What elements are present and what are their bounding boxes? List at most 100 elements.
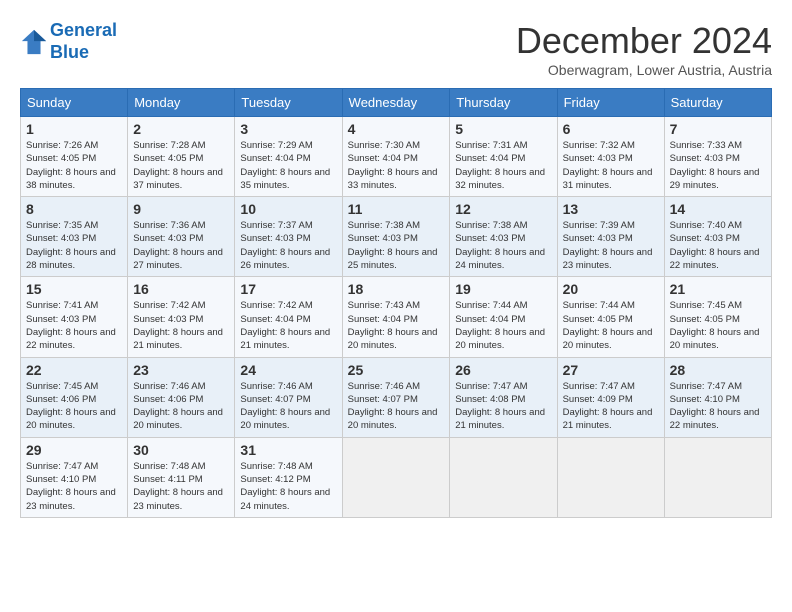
weekday-header-tuesday: Tuesday [235,89,342,117]
calendar-week-row: 22 Sunrise: 7:45 AMSunset: 4:06 PMDaylig… [21,357,772,437]
day-number: 8 [26,201,122,217]
day-info: Sunrise: 7:42 AMSunset: 4:03 PMDaylight:… [133,299,229,352]
day-number: 16 [133,281,229,297]
calendar-day-cell: 13 Sunrise: 7:39 AMSunset: 4:03 PMDaylig… [557,197,664,277]
day-info: Sunrise: 7:33 AMSunset: 4:03 PMDaylight:… [670,139,766,192]
weekday-header-saturday: Saturday [664,89,771,117]
day-info: Sunrise: 7:35 AMSunset: 4:03 PMDaylight:… [26,219,122,272]
calendar-week-row: 8 Sunrise: 7:35 AMSunset: 4:03 PMDayligh… [21,197,772,277]
calendar-day-cell: 16 Sunrise: 7:42 AMSunset: 4:03 PMDaylig… [128,277,235,357]
day-info: Sunrise: 7:47 AMSunset: 4:09 PMDaylight:… [563,380,659,433]
calendar-day-cell: 22 Sunrise: 7:45 AMSunset: 4:06 PMDaylig… [21,357,128,437]
day-number: 6 [563,121,659,137]
day-info: Sunrise: 7:48 AMSunset: 4:12 PMDaylight:… [240,460,336,513]
location: Oberwagram, Lower Austria, Austria [516,62,772,78]
calendar-day-cell: 19 Sunrise: 7:44 AMSunset: 4:04 PMDaylig… [450,277,557,357]
logo: General Blue [20,20,117,63]
calendar-day-cell: 12 Sunrise: 7:38 AMSunset: 4:03 PMDaylig… [450,197,557,277]
logo-blue: Blue [50,42,89,62]
day-number: 24 [240,362,336,378]
day-info: Sunrise: 7:28 AMSunset: 4:05 PMDaylight:… [133,139,229,192]
calendar-day-cell [450,437,557,517]
day-info: Sunrise: 7:26 AMSunset: 4:05 PMDaylight:… [26,139,122,192]
day-number: 2 [133,121,229,137]
day-number: 3 [240,121,336,137]
day-number: 26 [455,362,551,378]
day-number: 11 [348,201,445,217]
day-number: 18 [348,281,445,297]
day-number: 10 [240,201,336,217]
day-info: Sunrise: 7:46 AMSunset: 4:07 PMDaylight:… [240,380,336,433]
calendar-week-row: 1 Sunrise: 7:26 AMSunset: 4:05 PMDayligh… [21,117,772,197]
logo-general: General [50,20,117,40]
calendar-week-row: 15 Sunrise: 7:41 AMSunset: 4:03 PMDaylig… [21,277,772,357]
day-info: Sunrise: 7:37 AMSunset: 4:03 PMDaylight:… [240,219,336,272]
calendar-day-cell: 21 Sunrise: 7:45 AMSunset: 4:05 PMDaylig… [664,277,771,357]
day-number: 1 [26,121,122,137]
day-info: Sunrise: 7:42 AMSunset: 4:04 PMDaylight:… [240,299,336,352]
day-info: Sunrise: 7:44 AMSunset: 4:04 PMDaylight:… [455,299,551,352]
day-number: 30 [133,442,229,458]
calendar-day-cell: 30 Sunrise: 7:48 AMSunset: 4:11 PMDaylig… [128,437,235,517]
calendar-day-cell [557,437,664,517]
day-number: 15 [26,281,122,297]
day-info: Sunrise: 7:32 AMSunset: 4:03 PMDaylight:… [563,139,659,192]
weekday-header-thursday: Thursday [450,89,557,117]
day-info: Sunrise: 7:45 AMSunset: 4:05 PMDaylight:… [670,299,766,352]
weekday-header-wednesday: Wednesday [342,89,450,117]
calendar-day-cell: 1 Sunrise: 7:26 AMSunset: 4:05 PMDayligh… [21,117,128,197]
day-info: Sunrise: 7:46 AMSunset: 4:06 PMDaylight:… [133,380,229,433]
day-info: Sunrise: 7:47 AMSunset: 4:10 PMDaylight:… [670,380,766,433]
calendar-day-cell [342,437,450,517]
day-info: Sunrise: 7:40 AMSunset: 4:03 PMDaylight:… [670,219,766,272]
day-info: Sunrise: 7:43 AMSunset: 4:04 PMDaylight:… [348,299,445,352]
month-title: December 2024 [516,20,772,62]
weekday-header-sunday: Sunday [21,89,128,117]
day-info: Sunrise: 7:29 AMSunset: 4:04 PMDaylight:… [240,139,336,192]
day-info: Sunrise: 7:30 AMSunset: 4:04 PMDaylight:… [348,139,445,192]
day-number: 31 [240,442,336,458]
day-info: Sunrise: 7:31 AMSunset: 4:04 PMDaylight:… [455,139,551,192]
day-number: 12 [455,201,551,217]
calendar-day-cell: 23 Sunrise: 7:46 AMSunset: 4:06 PMDaylig… [128,357,235,437]
calendar-week-row: 29 Sunrise: 7:47 AMSunset: 4:10 PMDaylig… [21,437,772,517]
calendar-day-cell: 14 Sunrise: 7:40 AMSunset: 4:03 PMDaylig… [664,197,771,277]
day-info: Sunrise: 7:39 AMSunset: 4:03 PMDaylight:… [563,219,659,272]
weekday-header-friday: Friday [557,89,664,117]
day-number: 7 [670,121,766,137]
calendar-day-cell: 10 Sunrise: 7:37 AMSunset: 4:03 PMDaylig… [235,197,342,277]
calendar-day-cell: 17 Sunrise: 7:42 AMSunset: 4:04 PMDaylig… [235,277,342,357]
calendar-day-cell: 25 Sunrise: 7:46 AMSunset: 4:07 PMDaylig… [342,357,450,437]
day-number: 22 [26,362,122,378]
day-info: Sunrise: 7:41 AMSunset: 4:03 PMDaylight:… [26,299,122,352]
day-number: 28 [670,362,766,378]
calendar-day-cell: 9 Sunrise: 7:36 AMSunset: 4:03 PMDayligh… [128,197,235,277]
calendar-day-cell [664,437,771,517]
day-number: 9 [133,201,229,217]
calendar-day-cell: 24 Sunrise: 7:46 AMSunset: 4:07 PMDaylig… [235,357,342,437]
day-number: 13 [563,201,659,217]
day-number: 17 [240,281,336,297]
calendar-day-cell: 31 Sunrise: 7:48 AMSunset: 4:12 PMDaylig… [235,437,342,517]
day-number: 23 [133,362,229,378]
day-info: Sunrise: 7:45 AMSunset: 4:06 PMDaylight:… [26,380,122,433]
title-block: December 2024 Oberwagram, Lower Austria,… [516,20,772,78]
day-info: Sunrise: 7:36 AMSunset: 4:03 PMDaylight:… [133,219,229,272]
calendar-day-cell: 7 Sunrise: 7:33 AMSunset: 4:03 PMDayligh… [664,117,771,197]
calendar-day-cell: 20 Sunrise: 7:44 AMSunset: 4:05 PMDaylig… [557,277,664,357]
calendar-day-cell: 18 Sunrise: 7:43 AMSunset: 4:04 PMDaylig… [342,277,450,357]
calendar-day-cell: 6 Sunrise: 7:32 AMSunset: 4:03 PMDayligh… [557,117,664,197]
day-number: 29 [26,442,122,458]
calendar-day-cell: 11 Sunrise: 7:38 AMSunset: 4:03 PMDaylig… [342,197,450,277]
day-info: Sunrise: 7:38 AMSunset: 4:03 PMDaylight:… [348,219,445,272]
calendar-day-cell: 27 Sunrise: 7:47 AMSunset: 4:09 PMDaylig… [557,357,664,437]
day-info: Sunrise: 7:44 AMSunset: 4:05 PMDaylight:… [563,299,659,352]
day-info: Sunrise: 7:38 AMSunset: 4:03 PMDaylight:… [455,219,551,272]
logo-text: General Blue [50,20,117,63]
day-info: Sunrise: 7:46 AMSunset: 4:07 PMDaylight:… [348,380,445,433]
calendar-table: SundayMondayTuesdayWednesdayThursdayFrid… [20,88,772,518]
weekday-header-row: SundayMondayTuesdayWednesdayThursdayFrid… [21,89,772,117]
calendar-day-cell: 15 Sunrise: 7:41 AMSunset: 4:03 PMDaylig… [21,277,128,357]
day-number: 21 [670,281,766,297]
logo-icon [20,28,48,56]
